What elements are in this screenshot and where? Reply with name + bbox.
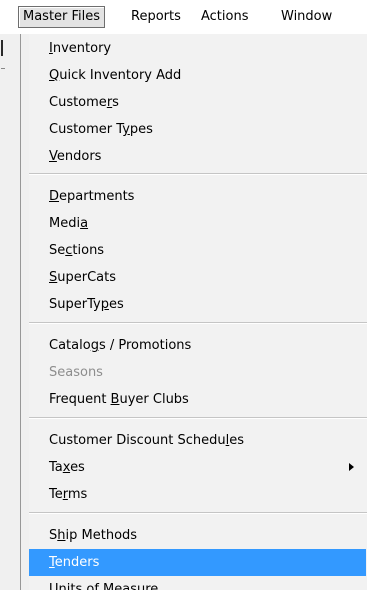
background-window-edge [1, 40, 7, 56]
menu-separator [29, 173, 367, 175]
menu-item-supertypes[interactable]: SuperTypes [29, 291, 366, 318]
menu-item-media[interactable]: Media [29, 210, 366, 237]
menu-item-vendors[interactable]: Vendors [29, 143, 366, 170]
background-window-mark [1, 68, 5, 69]
menu-master-files[interactable]: Master Files [18, 6, 106, 28]
menu-item-inventory[interactable]: Inventory [29, 35, 366, 62]
menu-item-catalogs-promotions[interactable]: Catalogs / Promotions [29, 332, 366, 359]
menu-item-customer-types[interactable]: Customer Types [29, 116, 366, 143]
menu-bar: Master Files Reports Actions Window [0, 0, 367, 34]
menu-item-terms[interactable]: Terms [29, 481, 366, 508]
menu-item-units-of-measure[interactable]: Units of Measure [29, 576, 366, 590]
menu-item-seasons: Seasons [49, 365, 103, 380]
master-files-dropdown: Inventory Quick Inventory Add Customers … [20, 34, 367, 590]
menu-item-tenders[interactable]: Tenders [29, 549, 366, 576]
menu-separator [29, 417, 367, 419]
menu-item-sections[interactable]: Sections [29, 237, 366, 264]
menu-item-customer-discount-schedules[interactable]: Customer Discount Schedules [29, 427, 366, 454]
menu-actions[interactable]: Actions [197, 7, 253, 27]
menu-item-customers[interactable]: Customers [29, 89, 366, 116]
menu-item-taxes[interactable]: Taxes [29, 454, 366, 481]
menu-separator [29, 512, 367, 514]
menu-separator [29, 322, 367, 324]
menu-item-supercats[interactable]: SuperCats [29, 264, 366, 291]
menu-item-departments[interactable]: Departments [29, 183, 366, 210]
submenu-arrow-icon [349, 463, 354, 471]
menu-item-frequent-buyer-clubs[interactable]: Frequent Buyer Clubs [29, 386, 366, 413]
menu-item-quick-inventory-add[interactable]: Quick Inventory Add [29, 62, 366, 89]
menu-window[interactable]: Window [277, 7, 336, 27]
menu-gutter [21, 34, 29, 590]
menu-reports[interactable]: Reports [127, 7, 185, 27]
menu-item-ship-methods[interactable]: Ship Methods [29, 522, 366, 549]
